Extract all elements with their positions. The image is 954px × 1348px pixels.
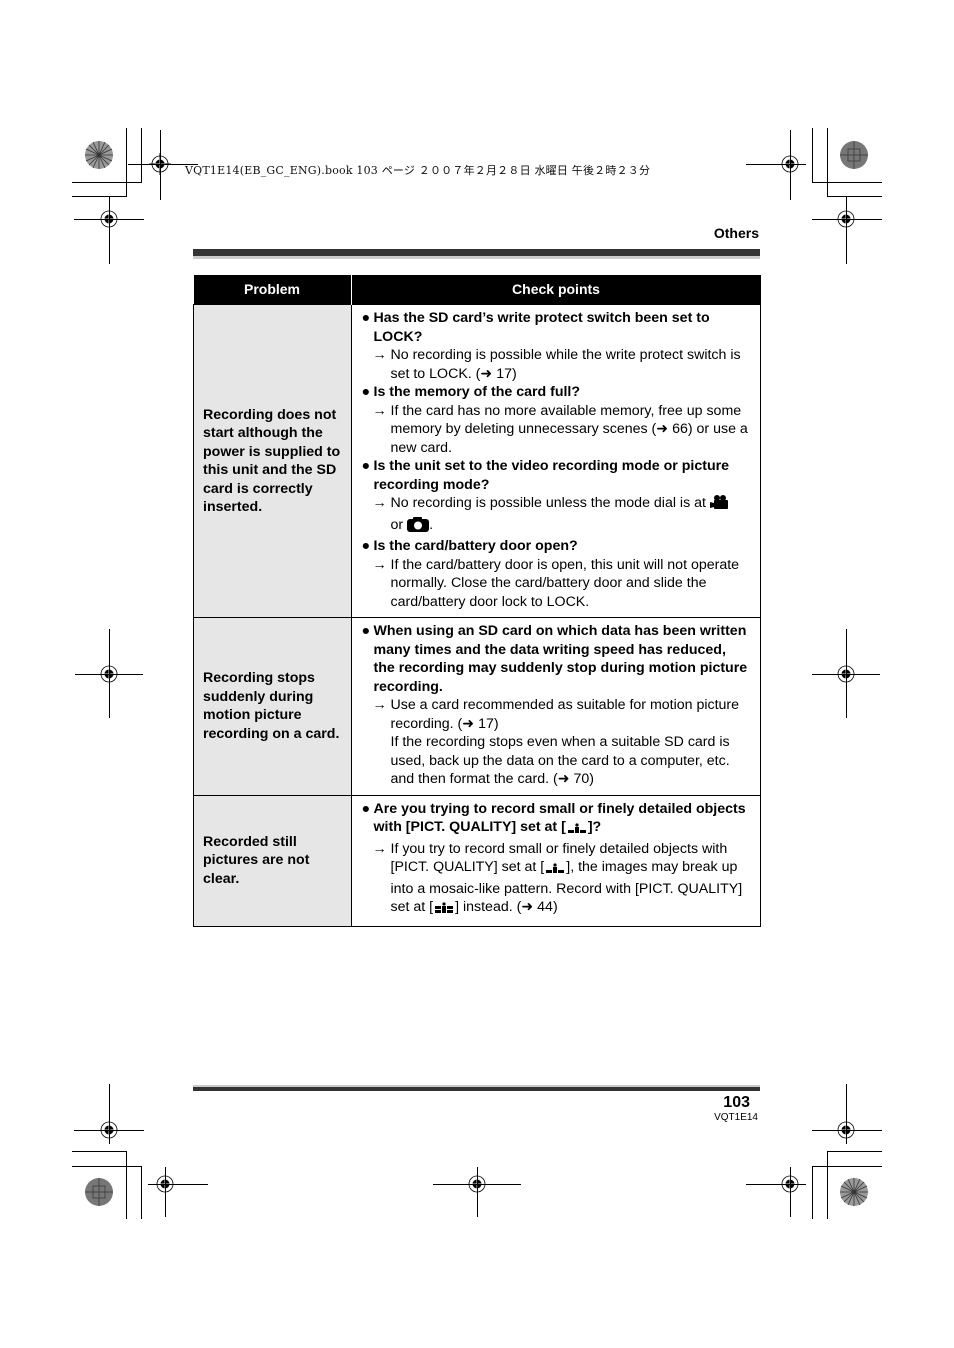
- check-answer: → No recording is possible while the writ…: [372, 347, 741, 382]
- arrow-icon: →: [372, 556, 387, 573]
- quality-normal-icon: [544, 861, 566, 880]
- section-title: Others: [713, 225, 759, 241]
- bullet-icon: ●: [361, 623, 371, 639]
- bullet-icon: ●: [361, 458, 371, 474]
- color-target-icon: [84, 140, 114, 170]
- arrow-icon: →: [372, 697, 387, 713]
- check-question: ● Has the SD card’s write protect switch …: [361, 310, 710, 345]
- table-row: Recorded still pictures are not clear. ●…: [193, 794, 761, 927]
- problem-cell: Recording stops suddenly during motion p…: [193, 617, 352, 796]
- arrow-icon: →: [372, 495, 387, 511]
- table-header-row: Problem Check points: [193, 275, 761, 305]
- check-question: ● Is the card/battery door open?: [361, 538, 578, 554]
- bullet-icon: ●: [361, 800, 371, 817]
- bullet-icon: ●: [361, 538, 371, 554]
- check-answer: → If the card/battery door is open, this …: [372, 556, 740, 610]
- check-answer: → No recording is possible unless the mod…: [362, 494, 751, 537]
- problem-cell: Recording does not start although the po…: [193, 304, 352, 618]
- color-target-icon: [84, 1177, 114, 1207]
- column-header-problem: Problem: [193, 275, 351, 305]
- problem-cell: Recorded still pictures are not clear.: [193, 794, 352, 927]
- check-question: ● Is the unit set to the video recording …: [361, 458, 730, 493]
- quality-fine-icon: [433, 901, 455, 920]
- check-answer: → Use a card recommended as suitable for …: [372, 697, 740, 787]
- column-header-check-points: Check points: [350, 275, 761, 305]
- color-target-icon: [839, 1177, 869, 1207]
- page-number: 103: [723, 1094, 750, 1111]
- arrow-icon: →: [372, 347, 387, 363]
- video-mode-icon: [709, 494, 730, 516]
- check-question: ● When using an SD card on which data has…: [361, 623, 748, 695]
- troubleshooting-table: Problem Check points Recording does not …: [193, 275, 761, 927]
- bullet-icon: ●: [361, 384, 371, 400]
- arrow-icon: →: [372, 402, 387, 419]
- check-question: ● Is the memory of the card full?: [361, 384, 581, 400]
- check-answer: → If you try to record small or finely de…: [362, 840, 751, 920]
- color-target-icon: [839, 140, 869, 170]
- bullet-icon: ●: [361, 310, 371, 326]
- quality-normal-icon: [566, 821, 588, 840]
- model-code: VQT1E14: [714, 1112, 758, 1123]
- header-rule: [193, 249, 760, 259]
- print-job-header: VQT1E14(EB_GC_ENG).book 103 ページ ２００７年２月２…: [185, 164, 651, 177]
- check-points-cell: ● Are you trying to record small or finel…: [350, 794, 761, 927]
- check-points-cell: ● When using an SD card on which data has…: [350, 617, 761, 796]
- check-points-cell: ● Has the SD card’s write protect switch …: [350, 304, 761, 618]
- footer-rule: [193, 1085, 760, 1091]
- arrow-icon: →: [372, 840, 387, 857]
- check-answer: → If the card has no more available memor…: [372, 402, 748, 456]
- check-question: ● Are you trying to record small or finel…: [362, 800, 751, 840]
- table-row: Recording does not start although the po…: [193, 304, 761, 618]
- camera-mode-icon: [407, 516, 430, 538]
- table-row: Recording stops suddenly during motion p…: [193, 617, 761, 796]
